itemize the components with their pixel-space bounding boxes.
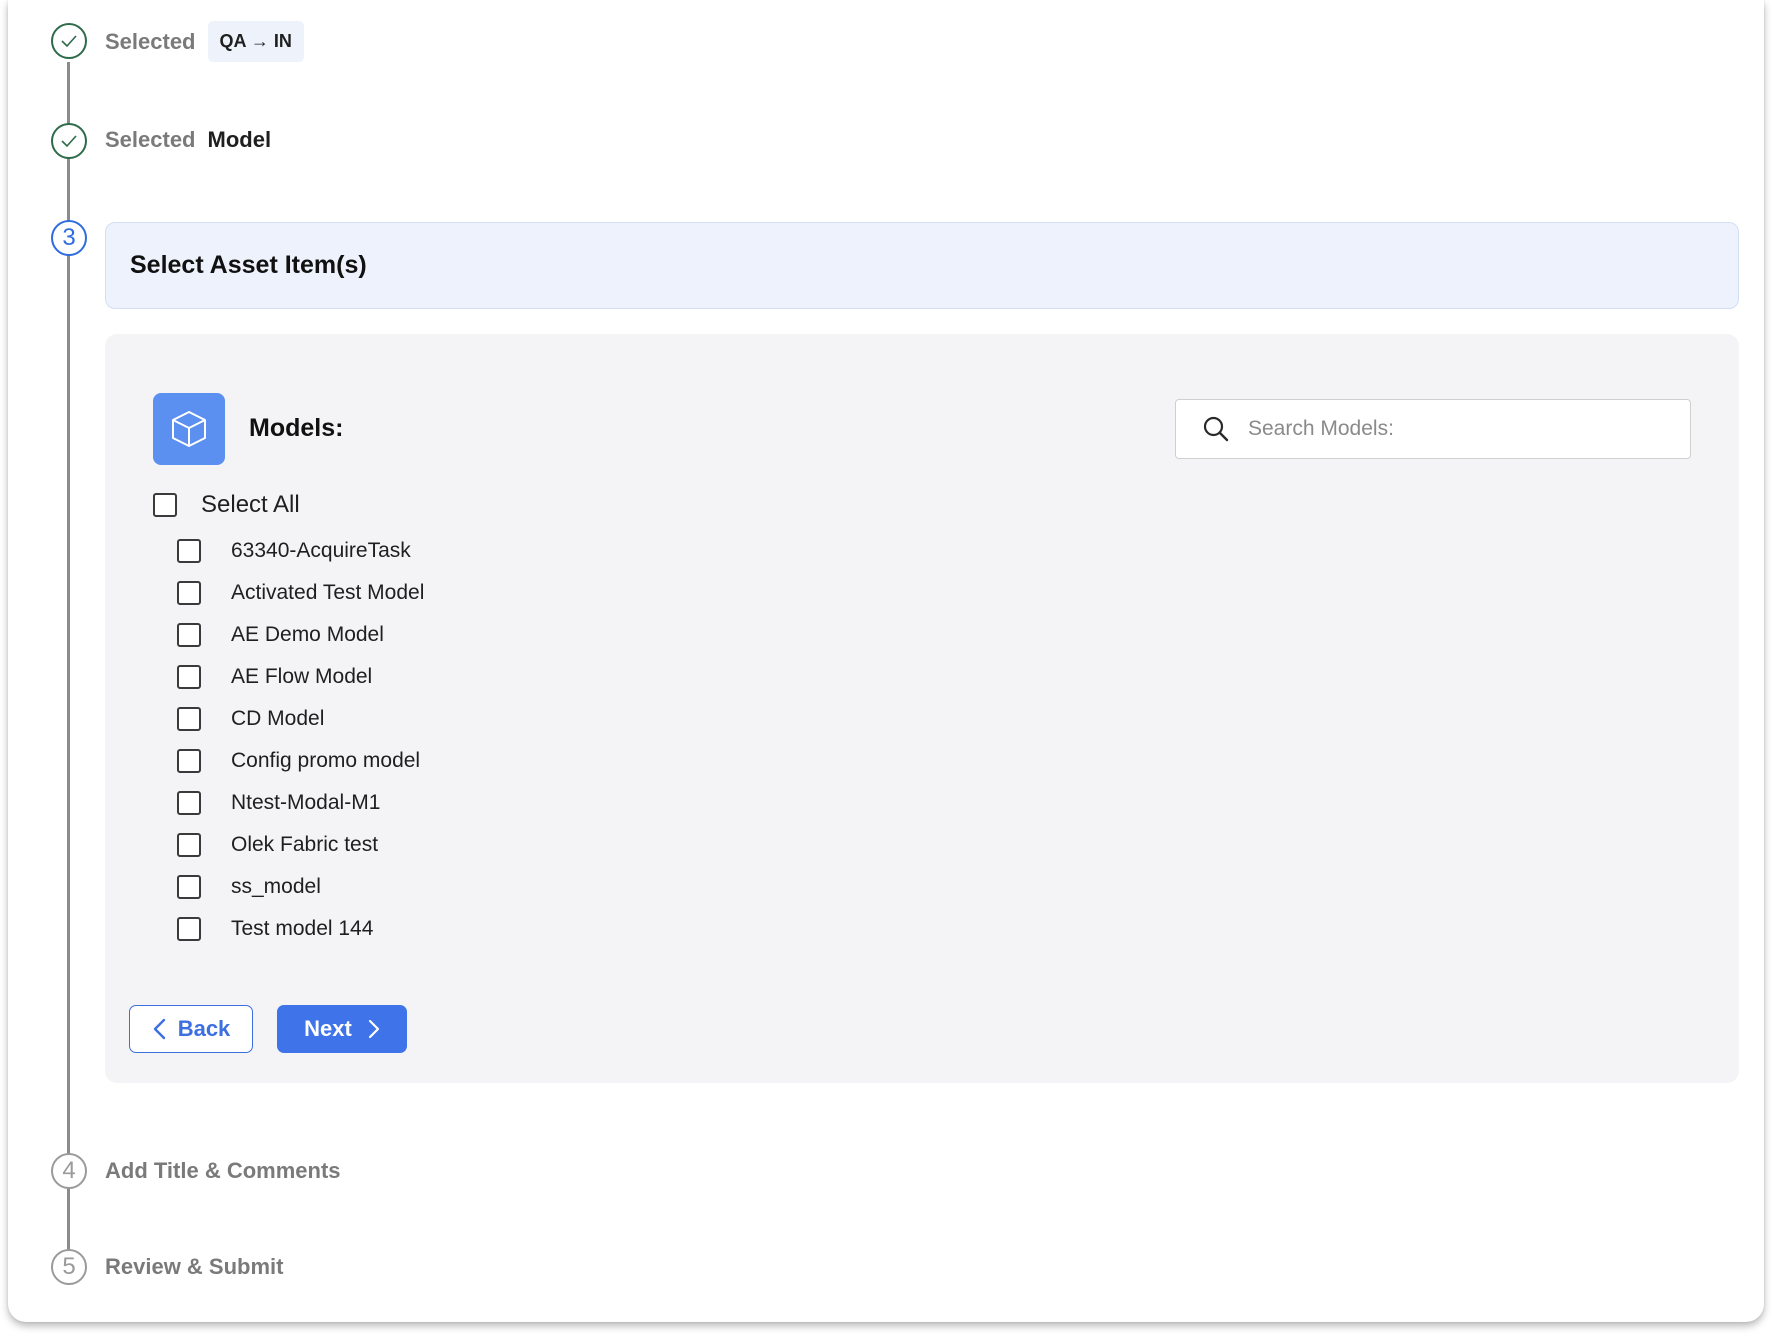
model-checkbox[interactable] — [177, 917, 201, 941]
model-checkbox[interactable] — [177, 749, 201, 773]
step-2-label: Selected — [105, 127, 196, 152]
step-4-title: Add Title & Comments — [105, 1158, 341, 1183]
model-list-item[interactable]: Ntest-Modal-M1 — [177, 791, 380, 815]
select-all-label: Select All — [201, 491, 300, 518]
step-5-number: 5 — [51, 1249, 87, 1285]
wizard-card: Selected QA → IN Selected Model 3 Select… — [8, 0, 1764, 1322]
step-1-check-icon — [51, 23, 87, 59]
asset-selection-panel: Models: Select All 63340-AcquireTask Act… — [105, 334, 1739, 1083]
chevron-right-icon — [352, 1019, 380, 1039]
model-checkbox[interactable] — [177, 875, 201, 899]
step-4-number: 4 — [51, 1153, 87, 1189]
model-label: Test model 144 — [231, 917, 374, 940]
step-3-header: Select Asset Item(s) — [105, 222, 1739, 309]
model-label: Config promo model — [231, 749, 421, 772]
models-title: Models: — [249, 414, 344, 442]
chevron-left-icon — [152, 1018, 178, 1040]
next-button-label: Next — [304, 1016, 352, 1041]
step-1-chip: QA → IN — [207, 21, 304, 62]
model-checkbox[interactable] — [177, 581, 201, 605]
model-label: AE Flow Model — [231, 665, 373, 688]
step-2-check-icon — [51, 123, 87, 159]
select-all-row[interactable]: Select All — [153, 491, 300, 519]
model-list-item[interactable]: Activated Test Model — [177, 581, 424, 605]
select-all-checkbox[interactable] — [153, 493, 177, 517]
model-label: 63340-AcquireTask — [231, 539, 411, 562]
step-3-number: 3 — [51, 220, 87, 256]
model-checkbox[interactable] — [177, 539, 201, 563]
search-input[interactable] — [1248, 417, 1668, 441]
model-label: CD Model — [231, 707, 325, 730]
model-label: Ntest-Modal-M1 — [231, 791, 381, 814]
model-checkbox[interactable] — [177, 707, 201, 731]
model-list-item[interactable]: AE Flow Model — [177, 665, 372, 689]
model-list-item[interactable]: AE Demo Model — [177, 623, 384, 647]
model-checkbox[interactable] — [177, 791, 201, 815]
model-list-item[interactable]: CD Model — [177, 707, 324, 731]
model-checkbox[interactable] — [177, 833, 201, 857]
model-label: Olek Fabric test — [231, 833, 379, 856]
back-button-label: Back — [177, 1016, 231, 1041]
search-icon — [1202, 415, 1230, 443]
search-box[interactable] — [1175, 399, 1691, 459]
model-list-item[interactable]: 63340-AcquireTask — [177, 539, 411, 563]
model-label: AE Demo Model — [231, 623, 384, 646]
model-checkbox[interactable] — [177, 665, 201, 689]
next-button[interactable]: Next — [277, 1005, 407, 1053]
cube-icon — [153, 393, 225, 465]
step-1: Selected QA → IN — [105, 21, 304, 62]
step-5-title: Review & Submit — [105, 1254, 284, 1279]
step-1-label: Selected — [105, 28, 196, 54]
model-list-item[interactable]: Config promo model — [177, 749, 420, 773]
back-button[interactable]: Back — [129, 1005, 253, 1053]
model-label: ss_model — [231, 875, 321, 898]
model-list-item[interactable]: Olek Fabric test — [177, 833, 378, 857]
step-2-value: Model — [207, 127, 272, 152]
model-checkbox[interactable] — [177, 623, 201, 647]
model-list-item[interactable]: ss_model — [177, 875, 321, 899]
model-label: Activated Test Model — [231, 581, 425, 604]
step-2: Selected Model — [105, 127, 271, 153]
model-list-item[interactable]: Test model 144 — [177, 917, 373, 941]
